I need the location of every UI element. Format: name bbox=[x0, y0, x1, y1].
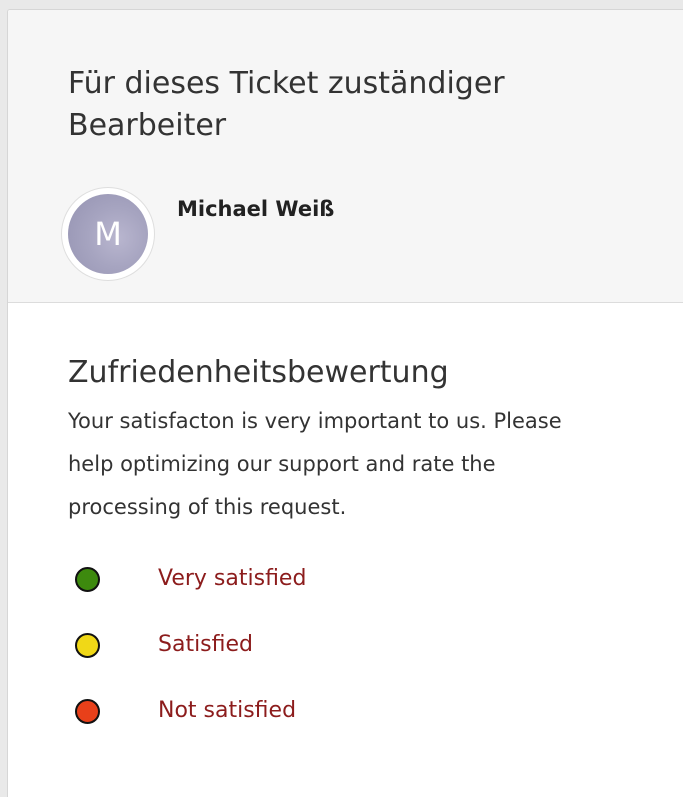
satisfaction-rating-description: Your satisfacton is very important to us… bbox=[68, 409, 562, 519]
assigned-agent-title: Für dieses Ticket zuständiger Bearbeiter bbox=[68, 66, 505, 143]
assigned-agent-section: Für dieses Ticket zuständiger Bearbeiter… bbox=[8, 10, 683, 303]
satisfaction-rating-title: Zufriedenheitsbewertung bbox=[68, 355, 449, 390]
red-circle-icon[interactable] bbox=[75, 699, 100, 724]
avatar-initial: M bbox=[68, 194, 148, 274]
rating-option-label[interactable]: Satisfied bbox=[158, 627, 253, 663]
rating-option-label[interactable]: Not satisfied bbox=[158, 693, 296, 729]
ticket-sidebar-panel: Für dieses Ticket zuständiger Bearbeiter… bbox=[7, 9, 683, 797]
agent-name: Michael Weiß bbox=[177, 197, 335, 221]
rating-option-label[interactable]: Very satisfied bbox=[158, 561, 306, 597]
green-circle-icon[interactable] bbox=[75, 567, 100, 592]
yellow-circle-icon[interactable] bbox=[75, 633, 100, 658]
avatar: M bbox=[62, 188, 154, 280]
